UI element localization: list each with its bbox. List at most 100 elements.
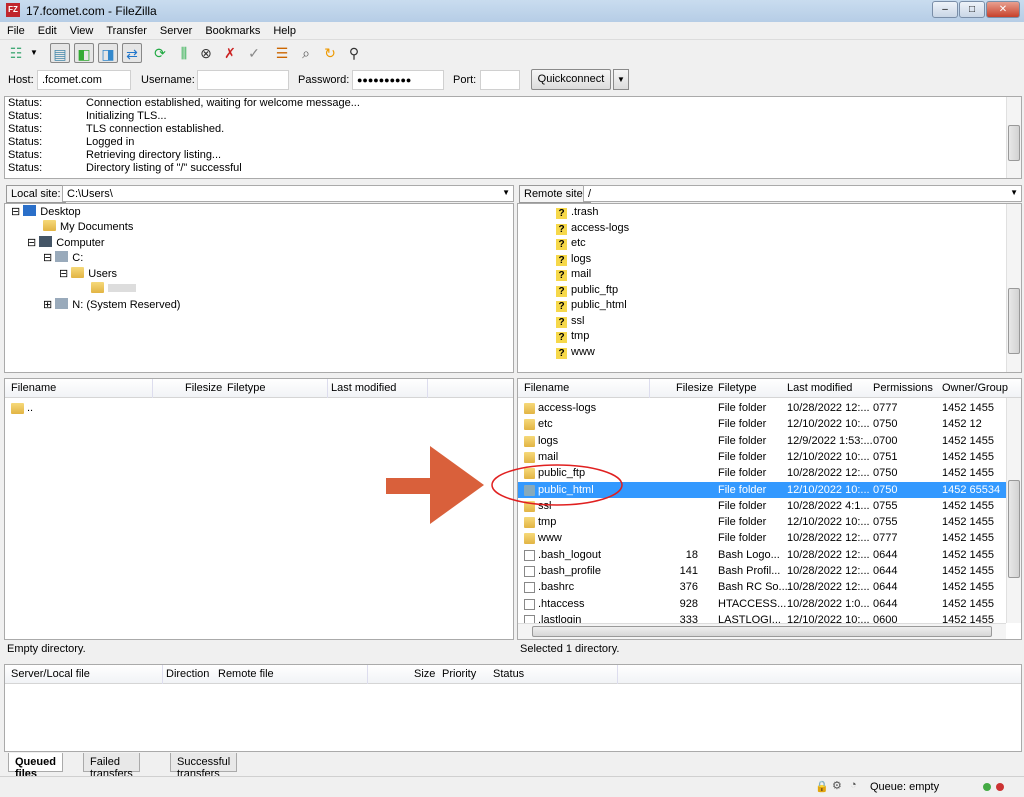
menu-transfer[interactable]: Transfer [99,23,153,37]
column-filesize[interactable]: Filesize [676,382,713,394]
cancel-icon[interactable]: ⊗ [196,43,216,63]
username-input[interactable] [197,70,289,90]
toggle-local-tree-icon[interactable]: ◧ [74,43,94,63]
unknown-folder-icon: ? [556,239,567,250]
tree-item-computer[interactable]: ⊟ Computer [27,236,105,251]
folder-icon [524,419,535,431]
close-button[interactable]: ✕ [986,1,1020,18]
tree-item-users[interactable]: ⊟ Users [59,267,117,282]
menu-file[interactable]: File [0,23,31,37]
tree-item[interactable]: ? public_html [556,298,627,313]
password-input[interactable]: ●●●●●●●●●● [352,70,444,90]
tree-item[interactable]: ? access-logs [556,221,629,236]
column-priority[interactable]: Priority [442,668,476,680]
column-size[interactable]: Size [414,668,435,680]
remote-list-hscrollbar[interactable] [518,623,1006,639]
user-folder-icon [91,282,104,293]
column-filetype[interactable]: Filetype [227,382,266,394]
tree-item-desktop[interactable]: ⊟ Desktop [11,205,81,220]
menu-bookmarks[interactable]: Bookmarks [198,23,266,37]
process-queue-icon[interactable]: ⫼ [174,43,194,63]
file-row[interactable]: .bash_logout 18 Bash Logo... 10/28/2022 … [518,547,1006,563]
quickconnect-button[interactable]: Quickconnect [531,69,611,90]
tree-item-my-documents[interactable]: My Documents [43,220,133,235]
port-input[interactable] [480,70,520,90]
column-filename[interactable]: Filename [11,382,56,394]
folder-link-icon [524,533,535,545]
menu-view[interactable]: View [63,23,100,37]
remote-tree-scrollbar[interactable] [1006,204,1021,372]
remote-path-input[interactable]: / ▼ [583,185,1022,202]
column-server-local-file[interactable]: Server/Local file [11,668,90,680]
file-row[interactable]: .bashrc 376 Bash RC So... 10/28/2022 12:… [518,579,1006,595]
column-direction[interactable]: Direction [166,668,209,680]
maximize-button[interactable]: □ [959,1,985,18]
tree-item[interactable]: ? public_ftp [556,283,618,298]
host-input[interactable]: .fcomet.com [37,70,131,90]
chevron-down-icon[interactable]: ▼ [502,188,510,197]
tree-item[interactable]: ? etc [556,236,586,251]
reconnect-icon[interactable]: ✓ [244,43,264,63]
file-row[interactable]: .htaccess 928 HTACCESS... 10/28/2022 1:0… [518,596,1006,612]
tab-failed-transfers[interactable]: Failed transfers [83,753,140,780]
search-icon[interactable]: ⚲ [344,43,364,63]
tab-successful-transfers[interactable]: Successful transfers [170,753,238,780]
file-row[interactable]: .bash_profile 141 Bash Profil... 10/28/2… [518,563,1006,579]
sync-browse-icon[interactable]: ↻ [320,43,340,63]
column-owner-group[interactable]: Owner/Group [942,382,1008,394]
port-label: Port: [453,74,477,86]
chevron-down-icon[interactable]: ▼ [1010,188,1018,197]
desktop-icon [23,205,37,216]
column-status[interactable]: Status [493,668,524,680]
tree-item-user[interactable] [91,282,136,297]
tree-item[interactable]: ? .trash [556,205,599,220]
tree-item-c-drive[interactable]: ⊟ C: [43,251,83,266]
column-permissions[interactable]: Permissions [873,382,933,394]
filezilla-logo-icon: FZ [6,3,20,17]
tree-item[interactable]: ? ssl [556,314,584,329]
tree-item[interactable]: ? www [556,345,595,360]
password-label: Password: [298,74,350,86]
column-last-modified[interactable]: Last modified [787,382,852,394]
refresh-icon[interactable]: ⟳ [150,43,170,63]
log-line: Status: TLS connection established. [8,123,225,135]
tab-queued-files[interactable]: Queued files [8,753,63,780]
tree-item-n-drive[interactable]: ⊞ N: (System Reserved) [43,298,180,313]
menu-help[interactable]: Help [266,23,302,37]
tree-item[interactable]: ? mail [556,267,591,282]
window-title: 17.fcomet.com - FileZilla [26,4,157,18]
toggle-queue-icon[interactable]: ⇄ [122,43,142,63]
toggle-remote-tree-icon[interactable]: ◨ [98,43,118,63]
file-row-parent[interactable]: .. [5,400,498,416]
column-filename[interactable]: Filename [524,382,569,394]
chevron-down-icon[interactable]: ▼ [28,43,40,63]
file-row[interactable]: www File folder 10/28/2022 12:... 0777 1… [518,530,1006,546]
local-path-input[interactable]: C:\Users\ ▼ [62,185,514,202]
tree-item[interactable]: ? logs [556,252,591,267]
lock-icon: 🔒 [815,781,829,793]
file-row[interactable]: access-logs File folder 10/28/2022 12:..… [518,400,1006,416]
site-manager-icon[interactable]: ☷ [6,43,26,63]
file-icon [524,582,535,594]
column-last-modified[interactable]: Last modified [331,382,396,394]
minimize-button[interactable]: – [932,1,958,18]
toggle-log-icon[interactable]: ▤ [50,43,70,63]
quickconnect-dropdown-button[interactable]: ▼ [613,69,629,90]
unknown-folder-icon: ? [556,208,567,219]
message-log: Status: Connection established, waiting f… [4,96,1022,179]
compare-icon[interactable]: ⌕ [296,43,316,63]
menu-server[interactable]: Server [153,23,198,37]
tree-item[interactable]: ? tmp [556,329,589,344]
remote-tree: ? .trash? access-logs? etc? logs? mail? public… [517,203,1022,373]
log-scrollbar[interactable] [1006,97,1021,178]
remote-list-scrollbar[interactable] [1006,398,1021,623]
column-filesize[interactable]: Filesize [185,382,222,394]
filter-icon[interactable]: ☰ [272,43,292,63]
file-row[interactable]: etc File folder 12/10/2022 10:... 0750 1… [518,416,1006,432]
unknown-folder-icon: ? [556,332,567,343]
column-remote-file[interactable]: Remote file [218,668,274,680]
disconnect-icon[interactable]: ✗ [220,43,240,63]
menu-bar: File Edit View Transfer Server Bookmarks Help [0,23,1024,40]
column-filetype[interactable]: Filetype [718,382,757,394]
menu-edit[interactable]: Edit [31,23,63,37]
